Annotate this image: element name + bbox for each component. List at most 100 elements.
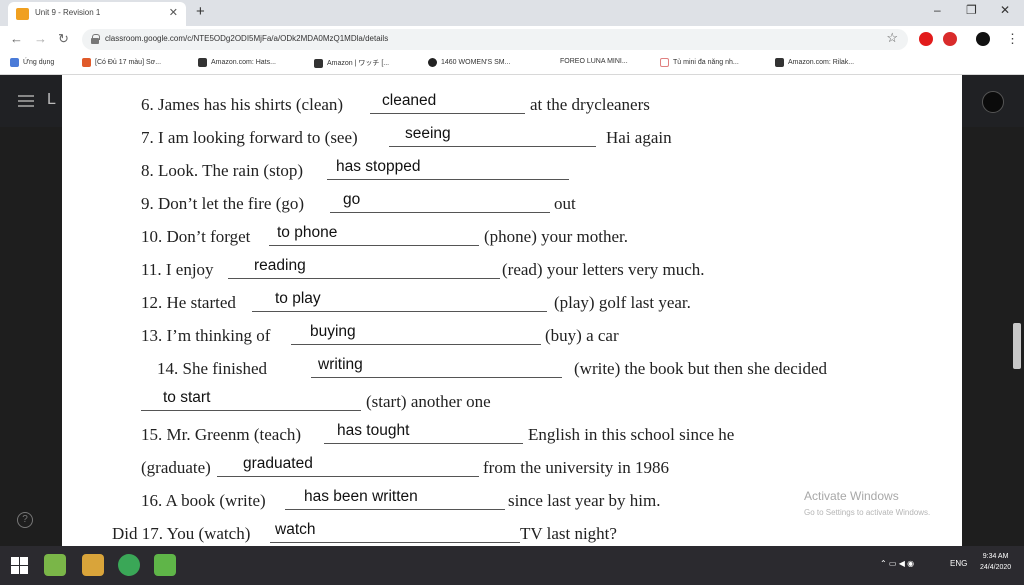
clock-time: 9:34 AM [982,553,1009,560]
windows-start-icon[interactable] [11,557,28,574]
typed-answer: writing [318,356,363,373]
new-tab-icon[interactable]: + [196,3,205,20]
extension-adblock-icon[interactable] [943,32,957,46]
file-explorer-icon[interactable] [82,554,104,576]
answer-blank-line [291,344,541,345]
question-text: 10. Don’t forget [141,227,251,246]
help-icon[interactable]: ? [17,512,33,528]
bookmarks-bar: Ứng dụng [Có Đủ 17 màu] Sơ... Amazon.com… [0,53,1024,75]
exercise-item: Did 17. You (watch) watch TV last night? [62,516,962,546]
address-bar[interactable]: classroom.google.com/c/NTE5ODg2ODI5MjFa/… [82,29,908,50]
exercise-item: (graduate) graduated from the university i… [62,450,962,483]
answer-blank-line [285,509,505,510]
question-text-after: (play) golf last year. [554,293,691,312]
answer-blank-line [324,443,523,444]
amazon-icon [198,58,207,67]
answer-blank-line [269,245,479,246]
amazon-icon [775,58,784,67]
question-text: 12. He started [141,293,236,312]
exercise-item: 9. Don’t let the fire (go) go out [62,186,962,219]
hamburger-menu-icon[interactable] [18,95,34,107]
exercise-item: to start (start) another one [62,384,962,417]
url-text[interactable]: classroom.google.com/c/NTE5ODg2ODI5MjFa/… [105,34,388,43]
question-text-after: from the university in 1986 [483,458,670,477]
question-text-after: (phone) your mother. [484,227,628,246]
forward-arrow-icon[interactable]: → [34,31,47,46]
question-text: 7. I am looking forward to (see) [141,128,358,147]
answer-blank-line [311,377,562,378]
close-window-icon[interactable]: ✕ [1000,3,1010,17]
answer-blank-line [327,179,569,180]
typed-answer: watch [275,521,316,538]
question-text: Did 17. You (watch) [112,524,251,543]
exercise-item: 7. I am looking forward to (see) seeing Ha… [62,120,962,153]
answer-blank-line [228,278,500,279]
question-text-after: TV last night? [520,524,617,543]
question-text: 8. Look. The rain (stop) [141,161,304,180]
question-text-after: (write) the book but then she decided [574,359,828,378]
maximize-window-icon[interactable]: ❐ [966,3,977,17]
language-indicator[interactable]: ENG [950,559,967,568]
shop-icon [82,58,91,67]
typed-answer: graduated [243,455,313,472]
question-text: 9. Don’t let the fire (go) [141,194,305,213]
typed-answer: has been written [304,488,418,505]
document-icon [660,58,669,67]
typed-answer: to start [163,389,211,406]
scrollbar-thumb[interactable] [1013,323,1021,369]
minimize-window-icon[interactable]: – [934,3,941,17]
exercise-item: 15. Mr. Greenm (teach) has tought English … [62,417,962,450]
taskbar-app-icon[interactable] [44,554,66,576]
typed-answer: go [343,191,361,208]
lock-icon [91,34,100,44]
question-text: 14. She finished [157,359,268,378]
typed-answer: seeing [405,125,451,142]
typed-answer: to phone [277,224,338,241]
browser-menu-icon[interactable]: ⋮ [1006,31,1019,47]
close-tab-icon[interactable]: ✕ [169,6,178,19]
question-text-after: English in this school since he [528,425,735,444]
bookmark-apps[interactable]: Ứng dụng [10,58,54,67]
exercise-item: 8. Look. The rain (stop) has stopped [62,153,962,186]
bookmark-item[interactable]: Amazon.com: Hats... [198,58,276,67]
browser-tab[interactable]: Unit 9 - Revision 1 ✕ [8,2,186,26]
answer-blank-line [270,542,520,543]
chrome-icon[interactable] [118,554,140,576]
classroom-page: L ? 6. James has his shirts (clean) clean… [0,75,1024,546]
typed-answer: to play [275,290,321,307]
reload-icon[interactable]: ↻ [58,31,69,47]
tab-title: Unit 9 - Revision 1 [35,8,101,17]
question-text-after: (start) another one [366,392,491,411]
question-text: 15. Mr. Greenm (teach) [141,425,302,444]
extension-red-icon[interactable] [919,32,933,46]
question-text: 13. I’m thinking of [141,326,271,345]
bookmark-item[interactable]: FOREO LUNA MINI... [560,58,628,65]
bookmark-star-icon[interactable]: ☆ [886,30,898,46]
back-arrow-icon[interactable]: ← [10,31,23,46]
classroom-favicon-icon [16,8,29,20]
exercise-item: 6. James has his shirts (clean) cleaned at… [62,87,962,120]
typed-answer: buying [310,323,356,340]
address-bar-row: ← → ↻ classroom.google.com/c/NTE5ODg2ODI… [0,26,1024,53]
user-avatar[interactable] [982,91,1004,113]
exercise-item: 10. Don’t forget to phone (phone) your mot… [62,219,962,252]
bookmark-item[interactable]: Tủ mini đa năng nh... [660,58,739,67]
clock[interactable]: 9:34 AM 24/4/2020 [980,551,1011,573]
question-text: 6. James has his shirts (clean) [141,95,344,114]
bookmark-item[interactable]: 1460 WOMEN'S SM... [428,58,510,67]
bookmark-item[interactable]: [Có Đủ 17 màu] Sơ... [82,58,161,67]
question-text-after: at the drycleaners [530,95,650,114]
tray-icons[interactable]: ⌃ ▭ ◀ ◉ [880,559,914,568]
question-text: (graduate) [141,458,211,477]
site-icon [428,58,437,67]
profile-avatar-icon[interactable] [976,32,990,46]
question-text-after: (read) your letters very much. [502,260,705,279]
taskbar-app-icon[interactable] [154,554,176,576]
question-text-after: since last year by him. [508,491,661,510]
bookmark-item[interactable]: Amazon | ワッチ [... [314,58,389,68]
amazon-icon [314,58,323,68]
bookmark-item[interactable]: Amazon.com: Rilak... [775,58,854,67]
clock-date: 24/4/2020 [980,564,1012,571]
answer-blank-line [389,146,596,147]
activate-windows-subtitle: Go to Settings to activate Windows. [804,508,931,517]
